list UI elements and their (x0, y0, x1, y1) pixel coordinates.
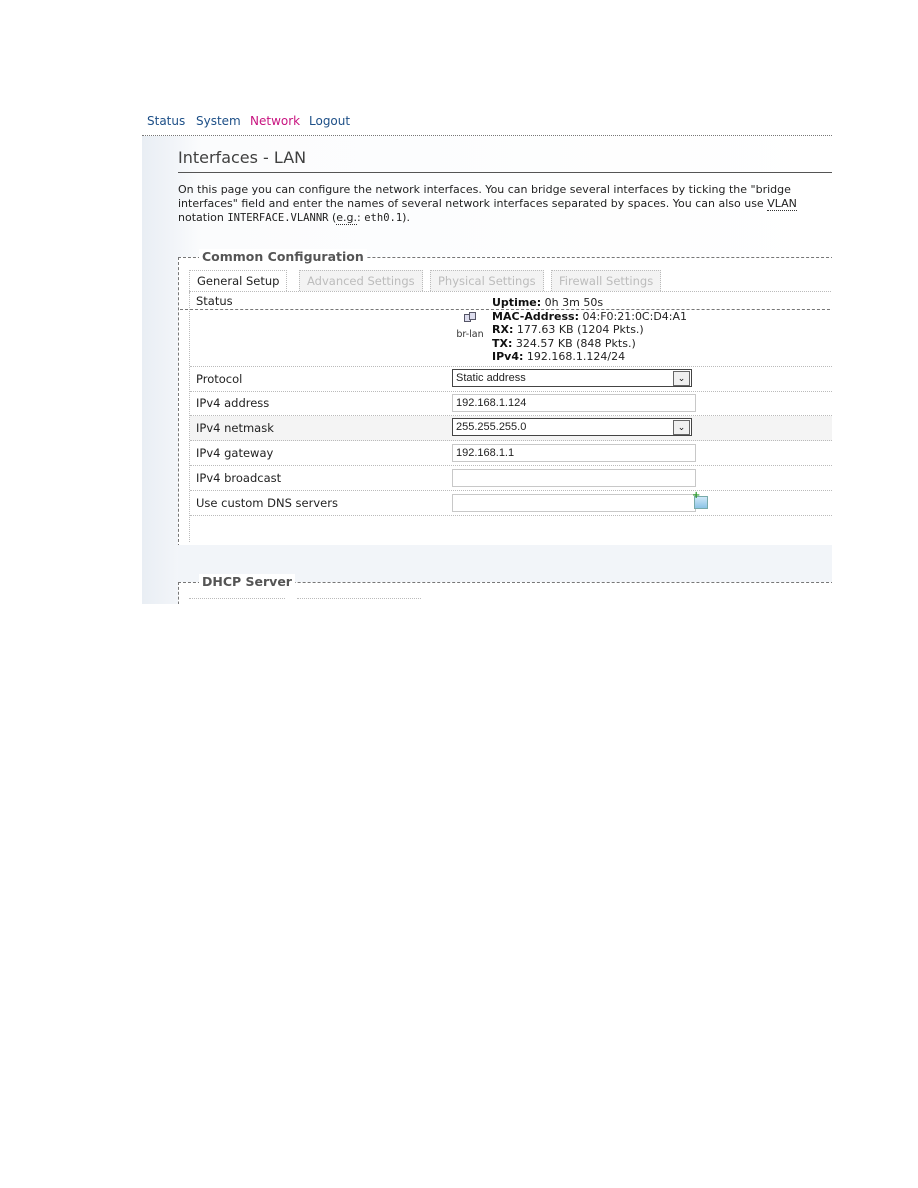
protocol-select[interactable]: Static address ⌄ (452, 369, 692, 387)
rx-line: RX: 177.63 KB (1204 Pkts.) (492, 323, 687, 337)
dhcp-tab-outline (297, 598, 421, 601)
ipv4-netmask-value: 255.255.255.0 (456, 421, 527, 433)
tab-advanced-settings[interactable]: Advanced Settings (299, 270, 423, 291)
section-legend: DHCP Server (199, 574, 295, 589)
dns-servers-input[interactable] (452, 494, 696, 512)
status-details: Uptime: 0h 3m 50s MAC-Address: 04:F0:21:… (492, 296, 687, 364)
ipv4-gateway-input[interactable]: 192.168.1.1 (452, 444, 696, 462)
dhcp-server-section: DHCP Server (178, 574, 832, 604)
tx-value: 324.57 KB (848 Pkts.) (515, 336, 636, 350)
description-line-1: On this page you can configure the netwo… (178, 183, 791, 196)
top-navigation: Status System Network Logout (142, 108, 832, 136)
rx-value: 177.63 KB (1204 Pkts.) (516, 323, 644, 336)
tx-label: TX: (492, 336, 513, 350)
network-bridge-icon (464, 312, 476, 322)
interface-badge: br-lan (454, 312, 486, 341)
ipv4-address-label: IPv4 address (196, 396, 270, 410)
ipv4-broadcast-input[interactable] (452, 469, 696, 487)
chevron-down-icon[interactable]: ⌄ (673, 371, 690, 386)
screenshot-frame: Status System Network Logout Interfaces … (142, 108, 832, 604)
general-setup-panel: Status br-lan Uptime: 0h 3m 50s MAC-Addr… (180, 292, 832, 542)
ipv4-broadcast-row: IPv4 broadcast (190, 466, 832, 491)
rx-label: RX: (492, 323, 514, 336)
ipv4-address-input[interactable]: 192.168.1.124 (452, 394, 696, 412)
dns-servers-label: Use custom DNS servers (196, 496, 338, 510)
tab-general-setup[interactable]: General Setup (189, 270, 288, 291)
code-interface-vlannr: INTERFACE.VLANNR (227, 212, 329, 224)
ipv4-value: 192.168.1.124/24 (526, 350, 626, 363)
ipv4-netmask-label: IPv4 netmask (196, 421, 274, 435)
dhcp-tab-outline (189, 598, 285, 601)
nav-system[interactable]: System (196, 114, 241, 128)
dns-servers-row: Use custom DNS servers (190, 490, 832, 516)
protocol-label: Protocol (196, 372, 243, 386)
page-content: Interfaces - LAN On this page you can co… (142, 136, 832, 604)
uptime-label: Uptime: (492, 296, 542, 309)
ipv4-gateway-label: IPv4 gateway (196, 446, 274, 460)
page-description: On this page you can configure the netwo… (178, 183, 832, 225)
description-text: ). (402, 211, 410, 224)
chevron-down-icon[interactable]: ⌄ (673, 420, 690, 435)
description-text: notation (178, 211, 228, 224)
tx-line: TX: 324.57 KB (848 Pkts.) (492, 337, 687, 351)
tab-physical-settings[interactable]: Physical Settings (430, 270, 544, 291)
mac-value: 04:F0:21:0C:D4:A1 (582, 309, 688, 323)
description-line-2: interfaces" field and enter the names of… (178, 197, 832, 211)
page-title: Interfaces - LAN (178, 148, 832, 173)
ipv4-broadcast-label: IPv4 broadcast (196, 471, 282, 485)
description-line-3: notation INTERFACE.VLANNR (e.g.: eth0.1)… (178, 211, 832, 225)
mac-label: MAC-Address: (492, 309, 579, 323)
description-text: interfaces" field and enter the names of… (178, 197, 768, 210)
ipv4-netmask-row: IPv4 netmask 255.255.255.0 ⌄ (190, 416, 832, 441)
mac-line: MAC-Address: 04:F0:21:0C:D4:A1 (492, 310, 687, 324)
add-entry-icon[interactable] (692, 490, 708, 509)
eg-abbreviation: e.g. (336, 211, 358, 225)
status-label: Status (196, 294, 233, 308)
protocol-row: Protocol Static address ⌄ (190, 366, 832, 392)
vlan-abbreviation: VLAN (767, 197, 797, 211)
ipv4-gateway-row: IPv4 gateway 192.168.1.1 (190, 441, 832, 466)
ipv4-netmask-select[interactable]: 255.255.255.0 ⌄ (452, 418, 692, 436)
code-eth0-1: eth0.1 (364, 212, 403, 224)
uptime-line: Uptime: 0h 3m 50s (492, 296, 687, 310)
protocol-value: Static address (456, 372, 526, 384)
nav-network[interactable]: Network (250, 114, 300, 128)
interface-name: br-lan (456, 329, 484, 340)
tab-firewall-settings[interactable]: Firewall Settings (551, 270, 662, 291)
ipv4-address-row: IPv4 address 192.168.1.124 (190, 391, 832, 416)
ipv4-label: IPv4: (492, 350, 524, 363)
uptime-value: 0h 3m 50s (544, 296, 604, 309)
ipv4-line: IPv4: 192.168.1.124/24 (492, 350, 687, 364)
nav-logout[interactable]: Logout (309, 114, 350, 128)
section-legend: Common Configuration (199, 249, 367, 264)
common-configuration-section: Common Configuration General Setup Advan… (178, 249, 832, 547)
nav-status[interactable]: Status (147, 114, 185, 128)
